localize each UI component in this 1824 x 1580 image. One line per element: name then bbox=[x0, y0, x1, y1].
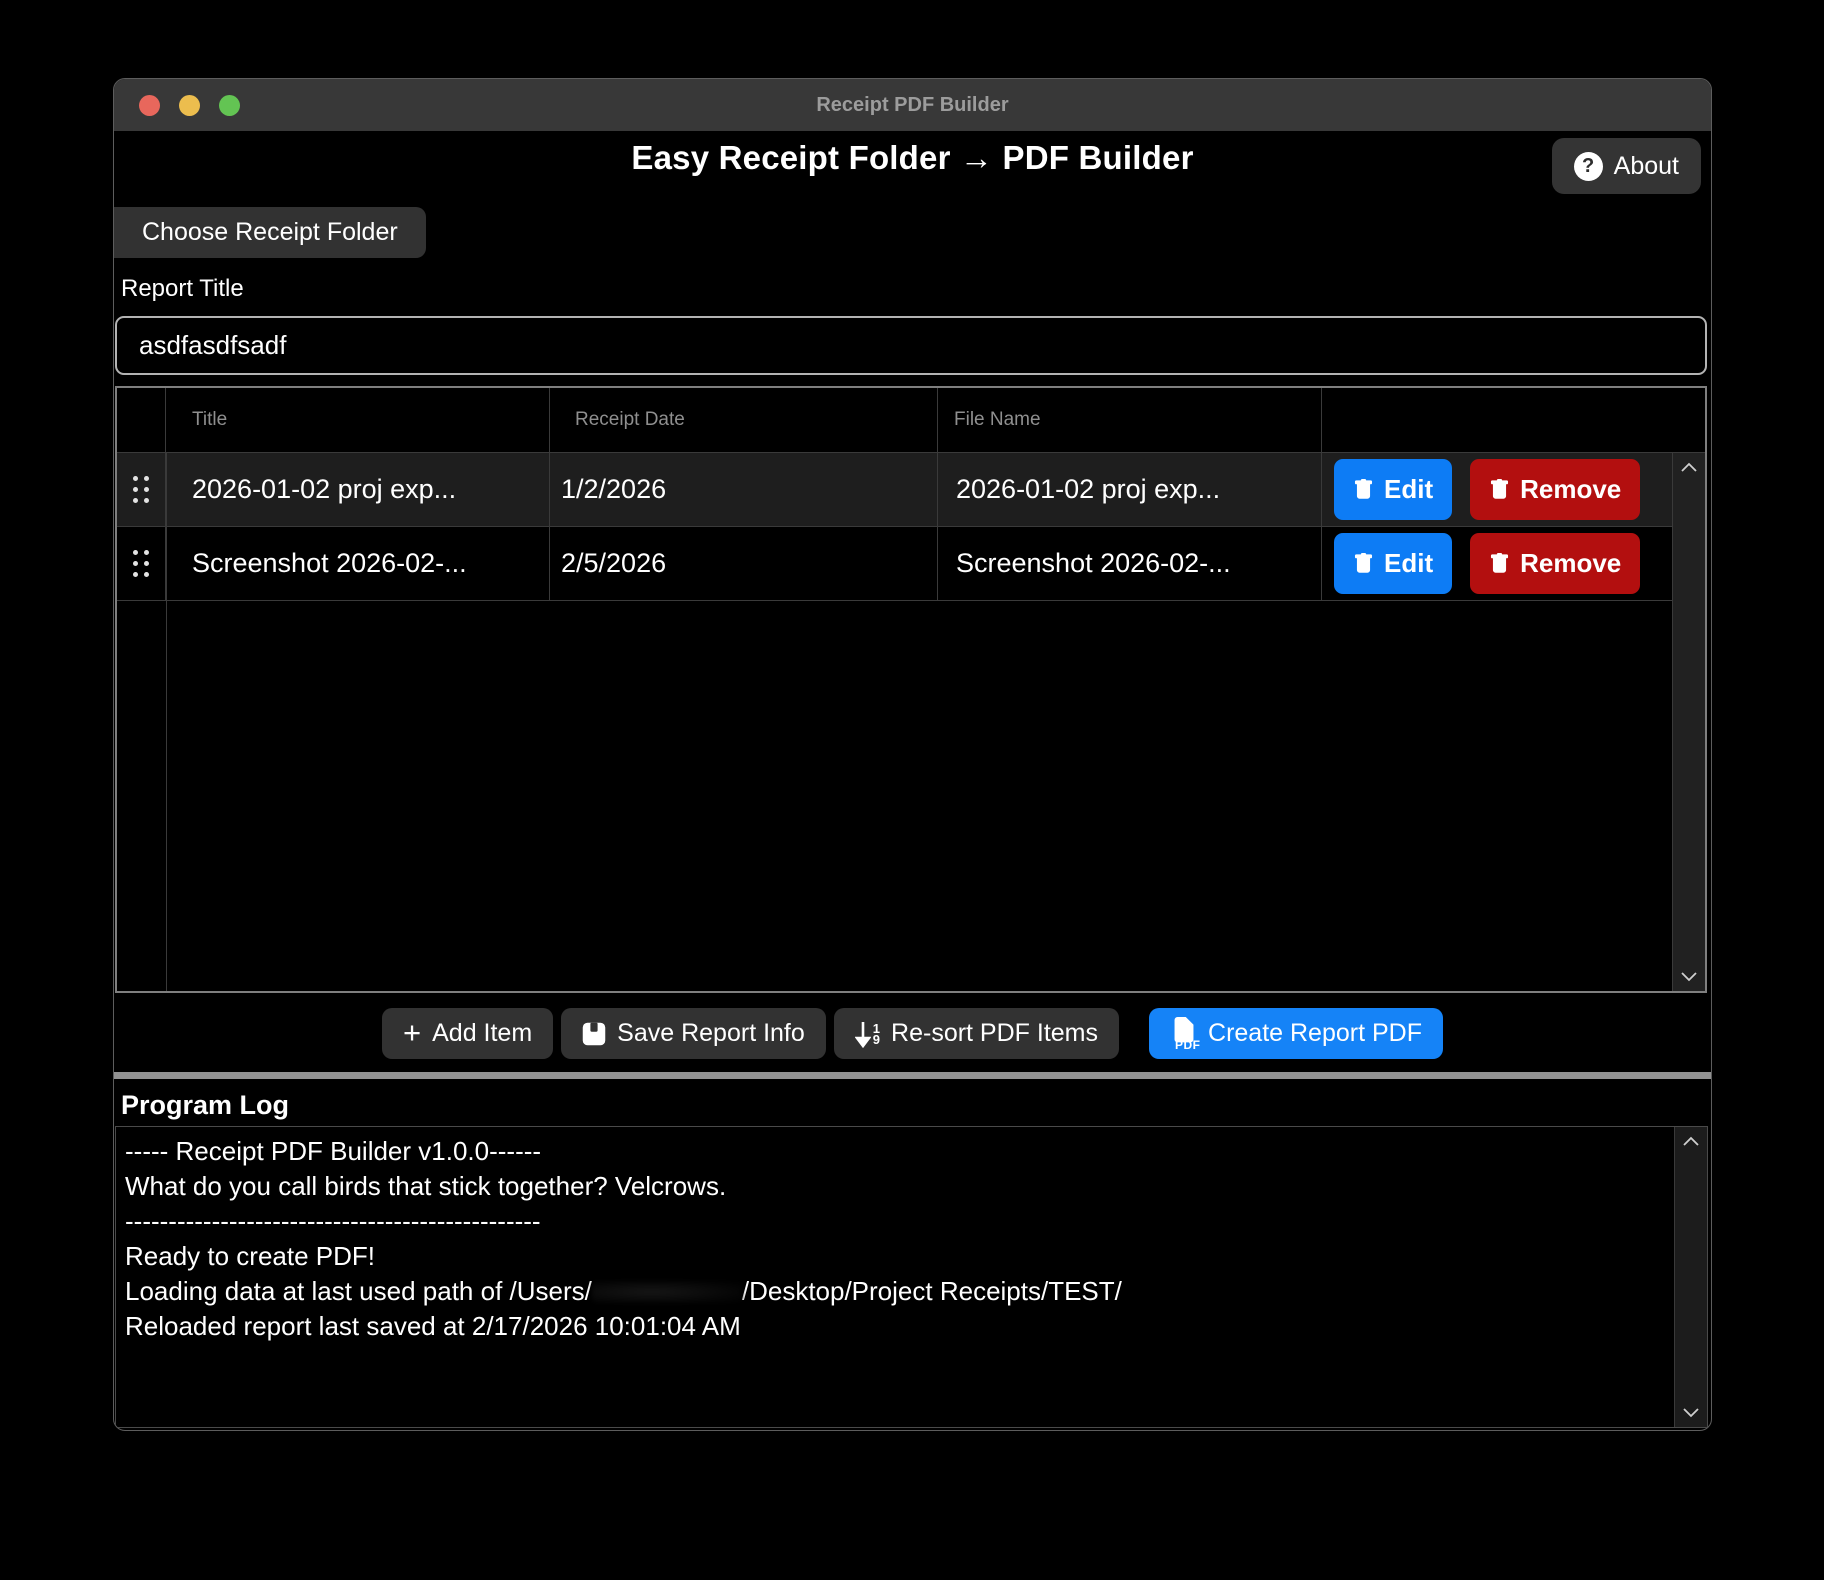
question-icon: ? bbox=[1574, 152, 1603, 181]
titlebar[interactable]: Receipt PDF Builder bbox=[114, 79, 1711, 131]
table-header-row: Title Receipt Date File Name bbox=[117, 388, 1705, 453]
action-button-row: + Add Item Save Report Info 1 9 Re-sort … bbox=[114, 1008, 1711, 1059]
log-line: ----- Receipt PDF Builder v1.0.0------ bbox=[125, 1134, 1663, 1169]
program-log-section: Program Log ----- Receipt PDF Builder v1… bbox=[114, 1079, 1711, 1430]
column-header-actions bbox=[1322, 388, 1674, 452]
resort-pdf-items-button[interactable]: 1 9 Re-sort PDF Items bbox=[834, 1008, 1119, 1059]
drag-column-header bbox=[117, 388, 166, 452]
edit-button-label: Edit bbox=[1384, 474, 1433, 505]
program-log-heading: Program Log bbox=[121, 1090, 1711, 1121]
about-button[interactable]: ? About bbox=[1552, 138, 1701, 194]
table-body: 2026-01-02 proj exp... 1/2/2026 2026-01-… bbox=[117, 453, 1705, 991]
create-report-pdf-label: Create Report PDF bbox=[1208, 1019, 1422, 1048]
row-title-cell: 2026-01-02 proj exp... bbox=[166, 453, 550, 526]
log-scrollbar[interactable] bbox=[1674, 1127, 1707, 1427]
column-header-file-name: File Name bbox=[938, 388, 1322, 452]
row-date-cell: 2/5/2026 bbox=[550, 527, 938, 600]
log-line: Ready to create PDF! bbox=[125, 1239, 1663, 1274]
remove-button-label: Remove bbox=[1520, 548, 1621, 579]
scroll-up-icon[interactable] bbox=[1681, 1135, 1701, 1147]
table-row[interactable]: 2026-01-02 proj exp... 1/2/2026 2026-01-… bbox=[117, 453, 1705, 527]
save-icon bbox=[582, 1022, 606, 1046]
row-file-cell: 2026-01-02 proj exp... bbox=[938, 453, 1322, 526]
report-title-label: Report Title bbox=[121, 275, 1711, 303]
program-log-output[interactable]: ----- Receipt PDF Builder v1.0.0------ W… bbox=[115, 1126, 1708, 1428]
splitter-handle[interactable] bbox=[114, 1072, 1711, 1079]
choose-receipt-folder-label: Choose Receipt Folder bbox=[142, 218, 398, 247]
redacted-username bbox=[592, 1281, 742, 1303]
create-report-pdf-button[interactable]: PDF Create Report PDF bbox=[1149, 1008, 1443, 1059]
row-actions-cell: Edit Remove bbox=[1322, 453, 1674, 526]
trash-icon bbox=[1353, 553, 1374, 574]
log-line: Loading data at last used path of /Users… bbox=[125, 1274, 1663, 1309]
column-header-title: Title bbox=[166, 388, 550, 452]
row-actions-cell: Edit Remove bbox=[1322, 527, 1674, 600]
plus-icon: + bbox=[403, 1017, 421, 1048]
scroll-down-icon[interactable] bbox=[1679, 971, 1699, 983]
remove-button[interactable]: Remove bbox=[1470, 459, 1640, 520]
receipt-items-table: Title Receipt Date File Name 2026-01-02 … bbox=[115, 386, 1707, 993]
app-window: Receipt PDF Builder Easy Receipt Folder … bbox=[113, 78, 1712, 1431]
row-date-cell: 1/2/2026 bbox=[550, 453, 938, 526]
trash-icon bbox=[1489, 553, 1510, 574]
header: Easy Receipt Folder → PDF Builder ? Abou… bbox=[114, 131, 1711, 195]
sort-numeric-down-icon: 1 9 bbox=[855, 1020, 880, 1048]
choose-receipt-folder-button[interactable]: Choose Receipt Folder bbox=[114, 207, 426, 258]
drag-handle-icon[interactable] bbox=[117, 527, 166, 600]
row-file-cell: Screenshot 2026-02-... bbox=[938, 527, 1322, 600]
window-title: Receipt PDF Builder bbox=[114, 94, 1711, 117]
add-item-button[interactable]: + Add Item bbox=[382, 1008, 553, 1059]
row-title-cell: Screenshot 2026-02-... bbox=[166, 527, 550, 600]
remove-button-label: Remove bbox=[1520, 474, 1621, 505]
column-header-receipt-date: Receipt Date bbox=[550, 388, 938, 452]
log-line: ----------------------------------------… bbox=[125, 1204, 1663, 1239]
edit-button[interactable]: Edit bbox=[1334, 459, 1452, 520]
add-item-label: Add Item bbox=[432, 1019, 532, 1048]
edit-button-label: Edit bbox=[1384, 548, 1433, 579]
table-row[interactable]: Screenshot 2026-02-... 2/5/2026 Screensh… bbox=[117, 527, 1705, 601]
remove-button[interactable]: Remove bbox=[1470, 533, 1640, 594]
resort-pdf-items-label: Re-sort PDF Items bbox=[891, 1019, 1098, 1048]
scroll-up-icon[interactable] bbox=[1679, 461, 1699, 473]
table-scrollbar[interactable] bbox=[1672, 453, 1705, 991]
report-title-input[interactable] bbox=[115, 316, 1707, 375]
pdf-file-icon: PDF bbox=[1170, 1017, 1197, 1051]
about-button-label: About bbox=[1614, 152, 1679, 181]
scroll-down-icon[interactable] bbox=[1681, 1407, 1701, 1419]
page-title: Easy Receipt Folder → PDF Builder bbox=[114, 139, 1711, 177]
log-line: Reloaded report last saved at 2/17/2026 … bbox=[125, 1309, 1663, 1344]
log-line: What do you call birds that stick togeth… bbox=[125, 1169, 1663, 1204]
edit-button[interactable]: Edit bbox=[1334, 533, 1452, 594]
trash-icon bbox=[1353, 479, 1374, 500]
save-report-info-button[interactable]: Save Report Info bbox=[561, 1008, 826, 1059]
save-report-info-label: Save Report Info bbox=[617, 1019, 805, 1048]
trash-icon bbox=[1489, 479, 1510, 500]
column-divider bbox=[166, 453, 167, 991]
drag-handle-icon[interactable] bbox=[117, 453, 166, 526]
